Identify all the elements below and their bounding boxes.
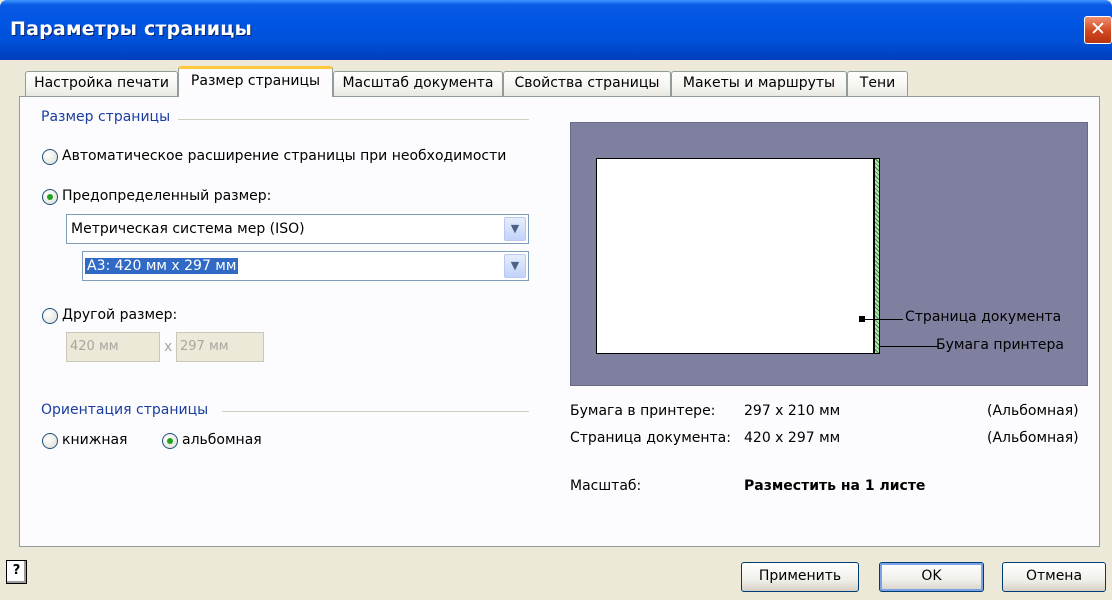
auto-expand-label[interactable]: Автоматическое расширение страницы при н… [62, 148, 506, 164]
tab-page-properties[interactable]: Свойства страницы [503, 71, 671, 96]
orientation-group-title: Ориентация страницы [41, 402, 215, 418]
tab-print-setup[interactable]: Настройка печати [25, 71, 178, 96]
apply-button[interactable]: Применить [741, 562, 859, 592]
custom-size-radio[interactable] [42, 308, 58, 324]
callout-line [880, 346, 938, 347]
group-divider [178, 119, 529, 120]
predefined-size-label[interactable]: Предопределенный размер: [62, 188, 271, 204]
portrait-radio[interactable] [42, 433, 58, 449]
measurement-system-dropdown[interactable]: Метрическая система мер (ISO) ▼ [66, 214, 529, 244]
paper-size-value: A3: 420 мм x 297 мм [83, 257, 240, 275]
paper-size-dropdown[interactable]: A3: 420 мм x 297 мм ▼ [82, 251, 529, 281]
landscape-radio[interactable] [162, 433, 178, 449]
printer-paper-callout: Бумага принтера [936, 337, 1064, 353]
group-divider [222, 411, 529, 412]
custom-size-label[interactable]: Другой размер: [62, 307, 177, 323]
ok-button[interactable]: OK [879, 562, 984, 592]
printer-paper-value: 297 x 210 мм [744, 403, 841, 419]
doc-page-callout: Страница документа [905, 309, 1062, 325]
callout-marker [859, 316, 865, 322]
custom-height-field[interactable]: 297 мм [176, 332, 264, 362]
close-button[interactable]: ✕ [1084, 16, 1112, 44]
tab-layouts-routes[interactable]: Макеты и маршруты [671, 71, 847, 96]
callout-line [861, 319, 903, 320]
tab-shadows[interactable]: Тени [847, 71, 908, 96]
window-title: Параметры страницы [10, 18, 252, 40]
help-icon[interactable]: ? [6, 560, 27, 584]
scale-value: Разместить на 1 листе [744, 478, 926, 494]
measurement-system-value: Метрическая система мер (ISO) [71, 221, 305, 237]
preview-document-page [596, 158, 874, 354]
scale-label: Масштаб: [570, 478, 642, 494]
dimension-separator: x [164, 339, 173, 355]
chevron-down-icon[interactable]: ▼ [504, 254, 526, 278]
doc-page-value: 420 x 297 мм [744, 430, 841, 446]
cancel-button[interactable]: Отмена [1002, 562, 1106, 592]
doc-page-orientation: (Альбомная) [987, 430, 1079, 446]
preview-printer-paper [874, 158, 880, 354]
auto-expand-radio[interactable] [42, 149, 58, 165]
doc-page-label: Страница документа: [570, 430, 731, 446]
predefined-size-radio[interactable] [42, 189, 58, 205]
printer-paper-label: Бумага в принтере: [570, 403, 716, 419]
printer-paper-orientation: (Альбомная) [987, 403, 1079, 419]
title-bar[interactable]: Параметры страницы ✕ [0, 0, 1112, 60]
page-size-group-title: Размер страницы [41, 109, 177, 125]
landscape-label[interactable]: альбомная [182, 432, 262, 448]
tab-document-scale[interactable]: Масштаб документа [333, 71, 503, 96]
custom-width-field[interactable]: 420 мм [66, 332, 160, 362]
portrait-label[interactable]: книжная [62, 432, 127, 448]
page-preview: Страница документа Бумага принтера [570, 122, 1088, 386]
chevron-down-icon[interactable]: ▼ [504, 217, 526, 241]
tab-page-size[interactable]: Размер страницы [178, 66, 333, 97]
